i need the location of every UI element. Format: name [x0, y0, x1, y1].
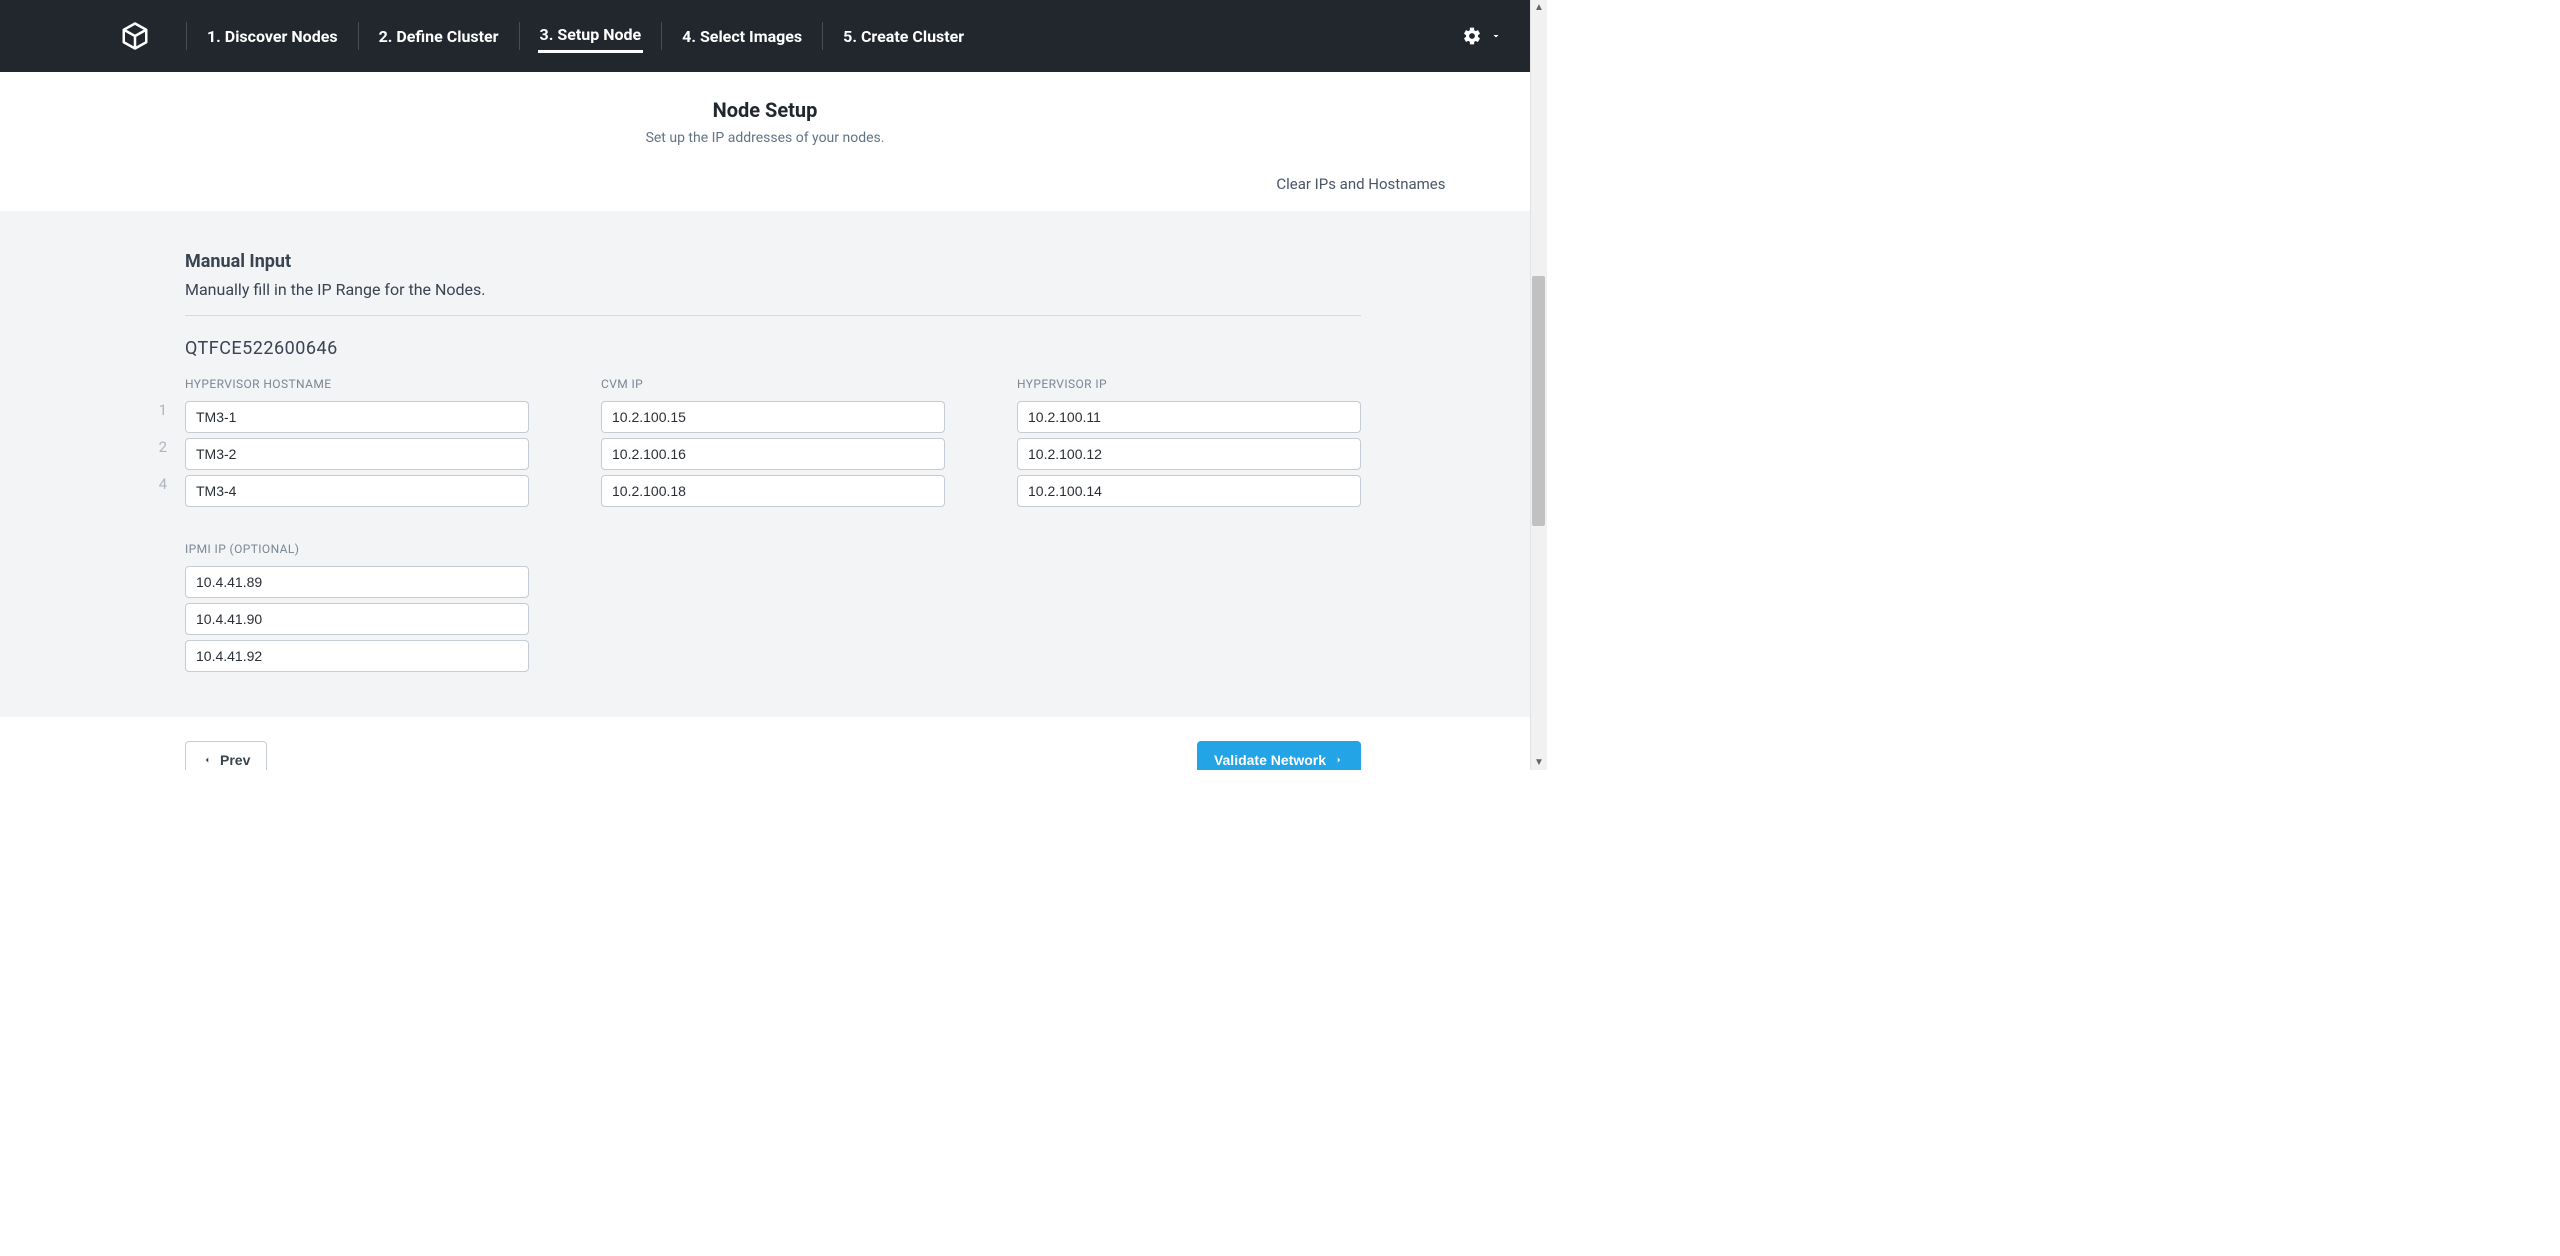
- hypervisor-ip-input[interactable]: [1017, 438, 1361, 470]
- column-label-cvm-ip: CVM IP: [601, 377, 945, 391]
- scrollbar[interactable]: ▲ ▼: [1530, 0, 1547, 770]
- row-number: 2: [137, 438, 167, 456]
- step-select-images[interactable]: 4. Select Images: [680, 21, 804, 52]
- step-setup-node[interactable]: 3. Setup Node: [538, 19, 644, 53]
- hypervisor-hostname-input[interactable]: [185, 438, 529, 470]
- cvm-ip-input[interactable]: [601, 401, 945, 433]
- divider: [822, 22, 823, 50]
- divider: [186, 22, 187, 50]
- prev-button[interactable]: Prev: [185, 741, 267, 770]
- chevron-left-icon: [202, 755, 212, 765]
- scrollbar-thumb[interactable]: [1532, 276, 1545, 526]
- manual-input-subtitle: Manually fill in the IP Range for the No…: [185, 280, 1361, 299]
- gear-icon: [1462, 26, 1482, 46]
- page-title: Node Setup: [0, 98, 1530, 122]
- hypervisor-hostname-input[interactable]: [185, 401, 529, 433]
- logo: [120, 21, 150, 51]
- clear-ips-link[interactable]: Clear IPs and Hostnames: [1276, 175, 1445, 193]
- column-label-hostname: HYPERVISOR HOSTNAME: [185, 377, 529, 391]
- footer-bar: Prev Validate Network: [0, 717, 1530, 770]
- block-serial: QTFCE522600646: [185, 338, 1361, 359]
- ipmi-ip-input[interactable]: [185, 603, 529, 635]
- divider: [185, 315, 1361, 316]
- divider: [519, 22, 520, 50]
- validate-network-label: Validate Network: [1214, 752, 1326, 768]
- step-create-cluster[interactable]: 5. Create Cluster: [841, 21, 966, 52]
- hypervisor-ip-input[interactable]: [1017, 475, 1361, 507]
- scroll-up-icon[interactable]: ▲: [1534, 2, 1544, 13]
- hypervisor-ip-input[interactable]: [1017, 401, 1361, 433]
- row-number: 1: [137, 401, 167, 419]
- settings-menu[interactable]: [1462, 26, 1502, 46]
- scroll-down-icon[interactable]: ▼: [1534, 757, 1544, 768]
- validate-network-button[interactable]: Validate Network: [1197, 741, 1361, 770]
- cvm-ip-input[interactable]: [601, 438, 945, 470]
- row-number: 4: [137, 475, 167, 493]
- prev-button-label: Prev: [220, 752, 250, 768]
- cube-icon: [120, 21, 150, 51]
- hypervisor-hostname-input[interactable]: [185, 475, 529, 507]
- ipmi-ip-input[interactable]: [185, 640, 529, 672]
- manual-input-title: Manual Input: [185, 251, 1361, 272]
- chevron-right-icon: [1334, 755, 1344, 765]
- column-label-hypervisor-ip: HYPERVISOR IP: [1017, 377, 1361, 391]
- divider: [661, 22, 662, 50]
- step-define-cluster[interactable]: 2. Define Cluster: [377, 21, 501, 52]
- header-bar: 1. Discover Nodes 2. Define Cluster 3. S…: [0, 0, 1530, 72]
- ipmi-ip-input[interactable]: [185, 566, 529, 598]
- step-discover-nodes[interactable]: 1. Discover Nodes: [205, 21, 340, 52]
- wizard-steps: 1. Discover Nodes 2. Define Cluster 3. S…: [205, 19, 1462, 53]
- divider: [358, 22, 359, 50]
- title-area: Node Setup Set up the IP addresses of yo…: [0, 72, 1530, 160]
- page-subtitle: Set up the IP addresses of your nodes.: [0, 130, 1530, 146]
- chevron-down-icon: [1490, 30, 1502, 42]
- manual-input-panel: Manual Input Manually fill in the IP Ran…: [0, 211, 1530, 717]
- cvm-ip-input[interactable]: [601, 475, 945, 507]
- column-label-ipmi-ip: IPMI IP (OPTIONAL): [185, 542, 1361, 556]
